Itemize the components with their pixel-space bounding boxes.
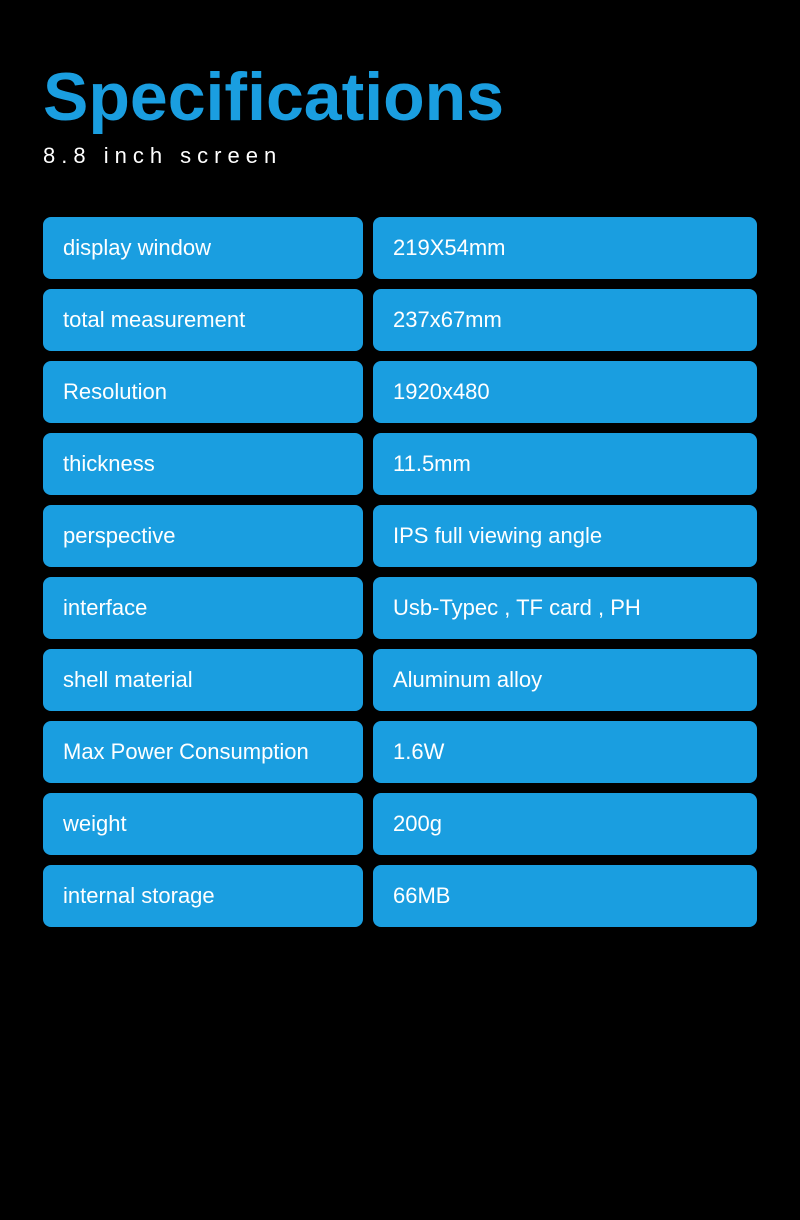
table-row: thickness11.5mm	[43, 433, 757, 495]
spec-value: 11.5mm	[373, 433, 757, 495]
spec-value: 66MB	[373, 865, 757, 927]
spec-label: interface	[43, 577, 363, 639]
page-title: Specifications	[43, 60, 757, 135]
spec-label: total measurement	[43, 289, 363, 351]
spec-value: Aluminum alloy	[373, 649, 757, 711]
spec-value: 237x67mm	[373, 289, 757, 351]
table-row: perspectiveIPS full viewing angle	[43, 505, 757, 567]
spec-value: 1920x480	[373, 361, 757, 423]
spec-label: perspective	[43, 505, 363, 567]
table-row: shell materialAluminum alloy	[43, 649, 757, 711]
spec-label: internal storage	[43, 865, 363, 927]
spec-label: weight	[43, 793, 363, 855]
table-row: display window219X54mm	[43, 217, 757, 279]
spec-label: Max Power Consumption	[43, 721, 363, 783]
spec-value: 200g	[373, 793, 757, 855]
table-row: Max Power Consumption1.6W	[43, 721, 757, 783]
spec-label: shell material	[43, 649, 363, 711]
spec-label: thickness	[43, 433, 363, 495]
table-row: interfaceUsb-Typec , TF card , PH	[43, 577, 757, 639]
page-subtitle: 8.8 inch screen	[43, 143, 757, 169]
spec-value: IPS full viewing angle	[373, 505, 757, 567]
table-row: total measurement237x67mm	[43, 289, 757, 351]
table-row: weight200g	[43, 793, 757, 855]
spec-value: Usb-Typec , TF card , PH	[373, 577, 757, 639]
spec-label: display window	[43, 217, 363, 279]
spec-label: Resolution	[43, 361, 363, 423]
spec-value: 1.6W	[373, 721, 757, 783]
table-row: Resolution1920x480	[43, 361, 757, 423]
table-row: internal storage66MB	[43, 865, 757, 927]
spec-value: 219X54mm	[373, 217, 757, 279]
specs-table: display window219X54mmtotal measurement2…	[43, 217, 757, 927]
